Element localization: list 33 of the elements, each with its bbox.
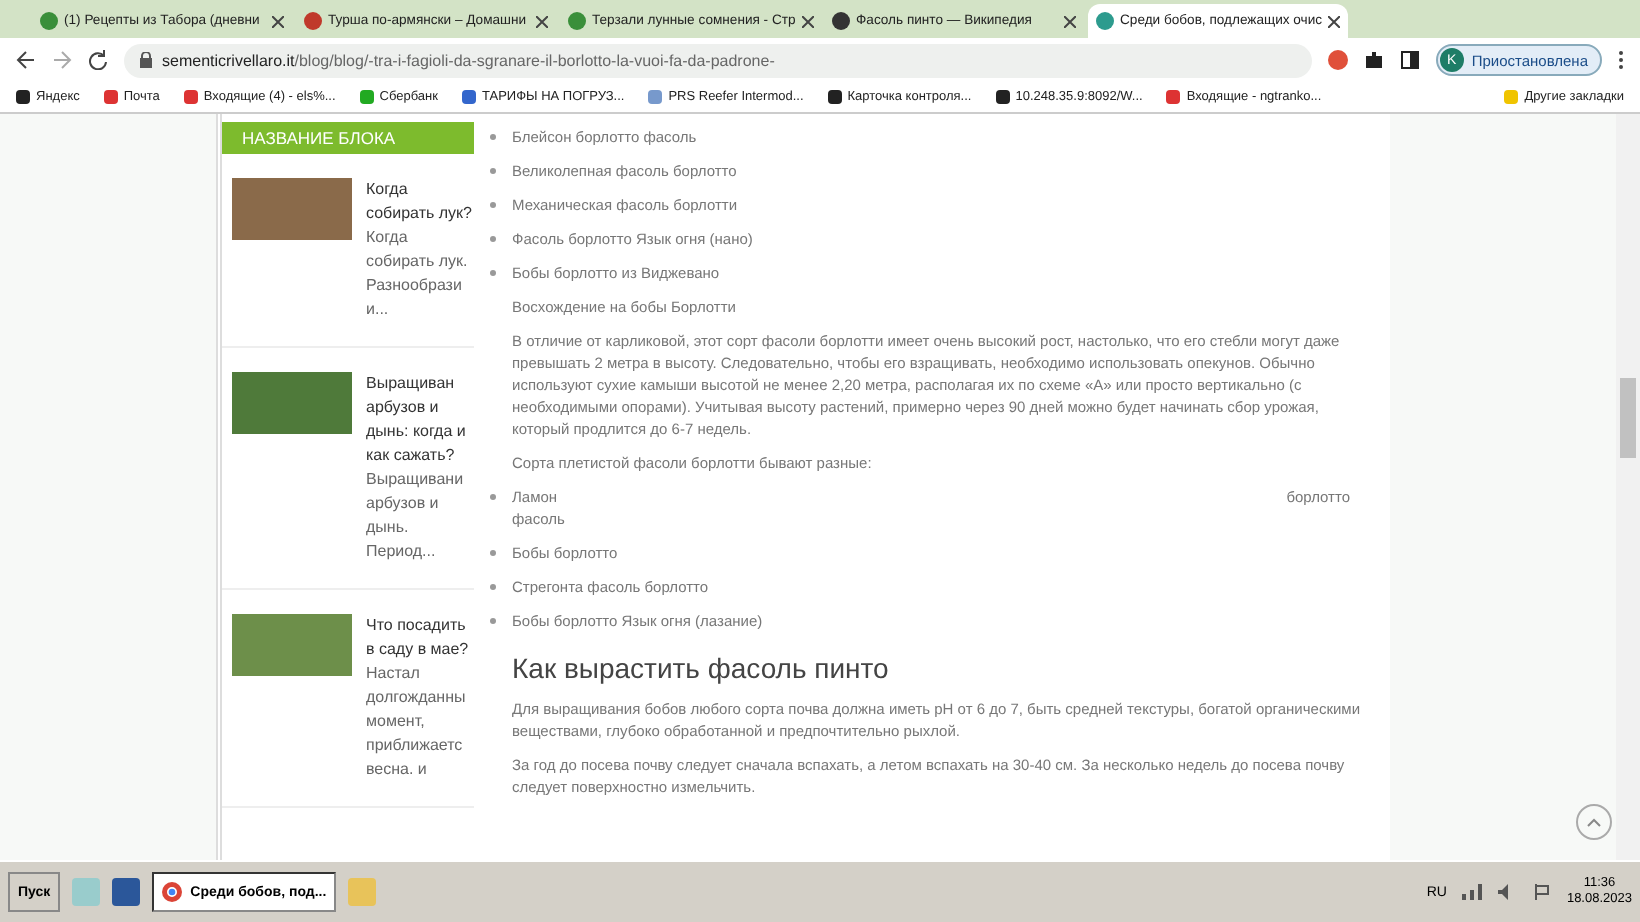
site-icon bbox=[1096, 12, 1114, 30]
block-heading: НАЗВАНИЕ БЛОКА bbox=[222, 122, 474, 154]
close-icon[interactable] bbox=[1064, 15, 1076, 27]
network-icon[interactable] bbox=[1462, 884, 1483, 900]
photo-placeholder bbox=[232, 614, 352, 676]
close-icon[interactable] bbox=[1328, 15, 1341, 27]
close-icon[interactable] bbox=[272, 15, 284, 27]
browser-logo-icon bbox=[162, 880, 183, 904]
close-icon[interactable] bbox=[536, 15, 548, 27]
post-excerpt: Выращивани арбузов и дынь. Период... bbox=[366, 468, 466, 564]
sidebar-icon[interactable] bbox=[1399, 50, 1420, 70]
address-bar[interactable]: sementicrivellaro.it/blog/blog/-tra-i-fagioli-da-sgranare-il-borlotto-la-vuoi-fa-da-padrone- bbox=[124, 43, 1312, 77]
chevron-up-icon bbox=[1586, 816, 1602, 828]
back-icon[interactable] bbox=[16, 50, 36, 70]
post-excerpt: Настал долгожданны момент, приближаетс весна. и bbox=[366, 662, 468, 782]
lock-icon bbox=[140, 52, 152, 68]
reload-icon[interactable] bbox=[88, 50, 108, 70]
post-title-link[interactable]: Что посадить в саду в мае? bbox=[366, 614, 474, 662]
site-icon bbox=[304, 12, 322, 30]
site-icon bbox=[832, 12, 850, 30]
post-title-link[interactable]: Когда собирать лук? bbox=[366, 178, 474, 226]
menu-icon[interactable] bbox=[1618, 50, 1624, 70]
site-icon bbox=[40, 12, 58, 30]
photo-placeholder bbox=[232, 178, 352, 240]
photo-placeholder bbox=[232, 372, 352, 434]
flag-icon[interactable] bbox=[1534, 884, 1551, 900]
post-excerpt: Когда собирать лук. Разнообрази и... bbox=[366, 226, 470, 322]
post-title-link[interactable]: Выращиван арбузов и дынь: когда и как сажать? bbox=[366, 372, 474, 468]
scroll-to-top-button[interactable] bbox=[1576, 804, 1612, 840]
close-icon[interactable] bbox=[801, 15, 814, 27]
section-heading: Как вырастить фасоль пинто bbox=[512, 652, 891, 686]
scrollbar[interactable] bbox=[1616, 114, 1640, 860]
site-icon bbox=[568, 12, 586, 30]
